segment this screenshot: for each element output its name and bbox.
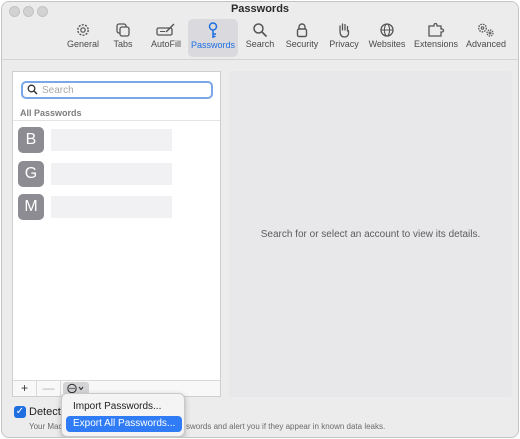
detect-description-right: swords and alert you if they appear in k…: [186, 422, 386, 431]
list-item[interactable]: G: [18, 161, 178, 187]
lock-icon: [296, 23, 308, 38]
tab-privacy-label: Privacy: [329, 39, 359, 49]
tab-autofill[interactable]: AutoFill: [146, 19, 186, 57]
passwords-list-panel: All Passwords B G M + —: [12, 71, 221, 397]
menu-item-import-passwords[interactable]: Import Passwords...: [66, 399, 182, 415]
search-icon: [253, 23, 268, 38]
tabs-icon: [116, 23, 130, 37]
tab-search[interactable]: Search: [243, 19, 277, 57]
detect-compromised-checkbox[interactable]: ✓: [14, 406, 26, 418]
tab-tabs[interactable]: Tabs: [106, 19, 140, 57]
tab-privacy[interactable]: Privacy: [326, 19, 362, 57]
avatar: B: [18, 127, 44, 153]
tab-advanced-label: Advanced: [465, 39, 507, 49]
tab-extensions-label: Extensions: [413, 39, 459, 49]
tab-extensions[interactable]: Extensions: [412, 19, 460, 57]
puzzle-icon: [428, 22, 445, 37]
gears-icon: [478, 23, 494, 37]
tab-security[interactable]: Security: [283, 19, 321, 57]
detail-pane: Search for or select an account to view …: [229, 71, 512, 397]
detect-description-left: Your Mac: [29, 422, 63, 431]
list-item-redacted: [51, 196, 172, 218]
tab-passwords[interactable]: Passwords: [188, 19, 238, 57]
remove-button[interactable]: —: [37, 381, 61, 396]
preferences-window: Passwords General Tabs AutoFill Password…: [1, 1, 519, 438]
tab-search-label: Search: [245, 39, 275, 49]
tab-tabs-label: Tabs: [113, 39, 133, 49]
section-label-all-passwords: All Passwords: [20, 108, 82, 118]
tab-autofill-label: AutoFill: [150, 39, 181, 49]
menu-item-export-all-passwords[interactable]: Export All Passwords...: [66, 416, 182, 432]
hand-icon: [339, 23, 350, 38]
tab-advanced[interactable]: Advanced: [463, 19, 509, 57]
tab-passwords-label: Passwords: [190, 40, 235, 50]
tab-websites-label: Websites: [368, 39, 406, 49]
list-item[interactable]: M: [18, 194, 178, 220]
list-item[interactable]: B: [18, 127, 178, 153]
title-bar: Passwords General Tabs AutoFill Password…: [2, 2, 518, 60]
tab-websites[interactable]: Websites: [366, 19, 408, 57]
more-options-menu: Import Passwords... Export All Passwords…: [61, 393, 185, 437]
empty-state-message: Search for or select an account to view …: [260, 229, 481, 240]
autofill-icon: [156, 23, 175, 36]
search-icon: [27, 84, 38, 95]
tab-security-label: Security: [285, 39, 319, 49]
window-title: Passwords: [230, 3, 290, 15]
gear-icon: [77, 24, 89, 36]
globe-icon: [380, 23, 394, 37]
add-button[interactable]: +: [13, 381, 37, 396]
key-icon: [208, 22, 218, 38]
list-divider: [13, 120, 220, 121]
tab-general[interactable]: General: [62, 19, 104, 57]
tab-general-label: General: [66, 39, 100, 49]
search-input[interactable]: [42, 84, 207, 97]
avatar: G: [18, 161, 44, 187]
list-item-redacted: [51, 163, 172, 185]
avatar: M: [18, 194, 44, 220]
search-field[interactable]: [21, 81, 213, 99]
list-item-redacted: [51, 129, 172, 151]
